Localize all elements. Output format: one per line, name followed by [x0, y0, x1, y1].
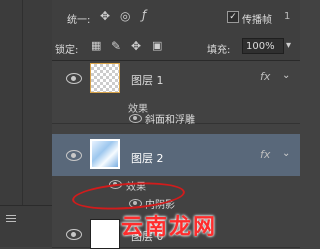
collapse-effects-chevron-icon[interactable]: ⌄	[282, 70, 290, 82]
unify-toolbar: 统一: ✥ ◎ ƒ ✓ 传播帧 1	[52, 0, 300, 35]
propagate-frames-label: 传播帧	[242, 15, 272, 26]
toolbar-overflow-label: 1	[284, 11, 291, 22]
layer-row[interactable]: 图层 1 fx ⌄ 效果 斜面和浮雕	[52, 61, 300, 126]
visibility-eye-icon[interactable]	[66, 150, 82, 161]
panel-divider-horizontal	[0, 205, 52, 206]
layer-thumbnail	[90, 219, 120, 249]
layer-effects-fx-icon[interactable]: fx	[260, 70, 270, 83]
lock-transparent-pixels-icon[interactable]: ▦	[91, 40, 101, 52]
effect-item-bevel-emboss[interactable]: 斜面和浮雕	[145, 111, 195, 126]
panel-menu-icon[interactable]	[6, 213, 16, 223]
fill-dropdown-arrow-icon[interactable]: ▾	[286, 38, 296, 54]
layer-effects-fx-icon[interactable]: fx	[260, 148, 270, 161]
lock-position-icon[interactable]: ✥	[131, 40, 141, 52]
visibility-eye-icon[interactable]	[66, 73, 82, 84]
unify-style-icon[interactable]: ƒ	[142, 9, 146, 21]
lock-all-icon[interactable]: ▣	[152, 40, 162, 52]
visibility-eye-icon[interactable]	[66, 229, 82, 240]
watermark: 云南龙网	[121, 205, 300, 247]
panel-divider	[22, 0, 23, 205]
propagate-frames-checkbox[interactable]: ✓	[227, 11, 239, 23]
collapse-effects-chevron-icon[interactable]: ⌄	[282, 148, 290, 160]
lock-toolbar: 锁定: ▦ ✎ ✥ ▣ 填充: 100% ▾	[52, 34, 300, 61]
fill-label: 填充:	[207, 45, 231, 56]
layer-thumbnail	[90, 63, 120, 93]
left-panel-strip	[0, 0, 52, 247]
lock-image-pixels-icon[interactable]: ✎	[111, 40, 121, 52]
lock-label: 锁定:	[55, 45, 79, 56]
fill-input[interactable]: 100%	[242, 38, 284, 54]
unify-position-icon[interactable]: ✥	[100, 10, 110, 22]
layer-name[interactable]: 图层 1	[131, 72, 164, 88]
layer-name[interactable]: 图层 2	[131, 150, 164, 166]
layer-row-selected[interactable]: 图层 2 fx ⌄	[52, 134, 300, 177]
unify-visibility-icon[interactable]: ◎	[120, 10, 130, 22]
watermark-text: 云南龙网	[121, 215, 218, 240]
effect-visibility-eye-icon[interactable]	[129, 114, 142, 123]
unify-label: 统一:	[67, 15, 91, 26]
layer-thumbnail	[90, 139, 120, 169]
